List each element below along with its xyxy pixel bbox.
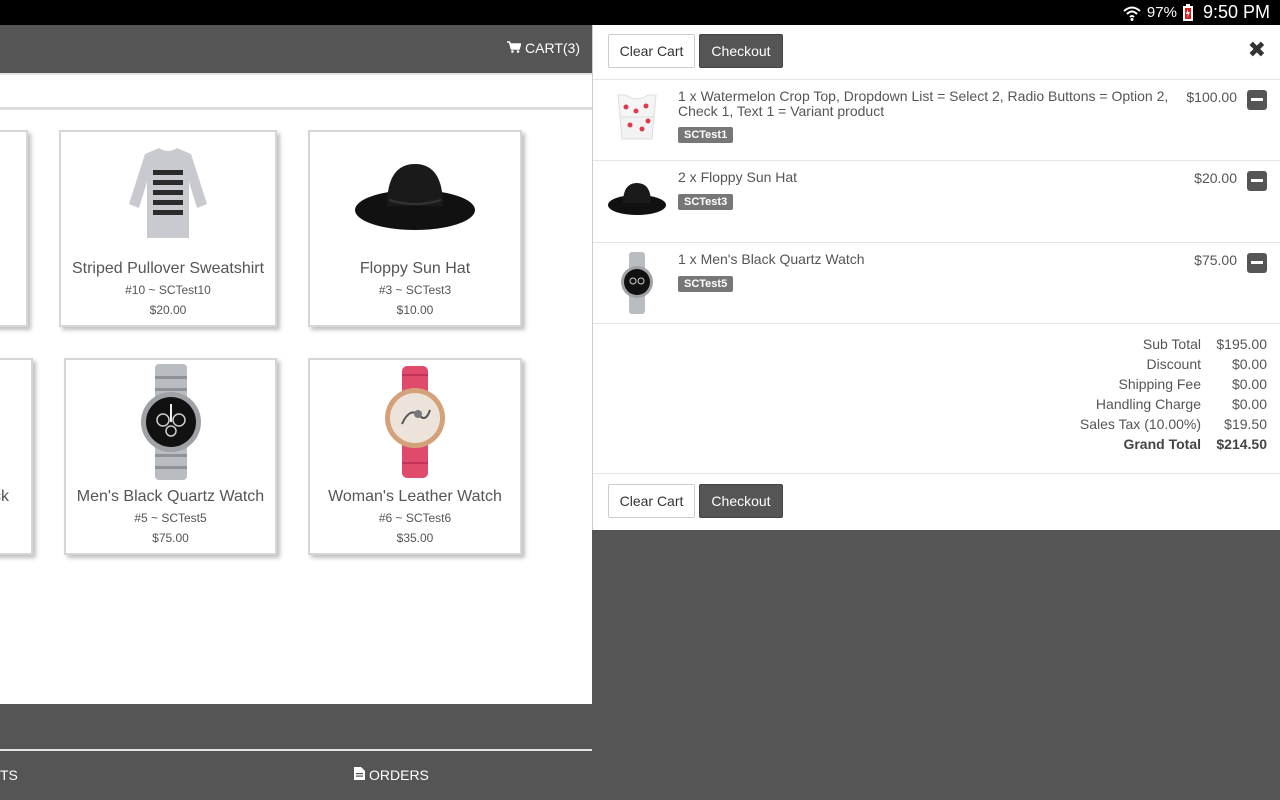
handling-row: Handling Charge $0.00 [1096,396,1267,412]
cart-button[interactable]: CART(3) [507,40,580,56]
product-price: $75.00 [152,531,189,545]
product-card[interactable]: Floppy Sun Hat #3 ~ SCTest3 $10.00 [308,130,522,327]
shipping-label: Shipping Fee [1118,376,1201,392]
bottom-navigation: TS ORDERS [0,749,592,800]
cart-item: 2 x Floppy Sun Hat SCTest3 $20.00 [593,160,1280,242]
cart-item-image [606,86,668,148]
nav-orders-label: ORDERS [369,767,429,783]
checkout-button-bottom[interactable]: Checkout [699,484,783,518]
product-sku: #6 ~ SCTest6 [378,511,452,525]
nav-item-partial[interactable]: TS [0,767,18,783]
product-sku: #5 ~ SCTest5 [134,511,207,525]
cart-item-amount: $20.00 [1194,170,1237,186]
product-image [310,366,520,478]
product-name: Floppy Sun Hat [359,260,471,277]
product-price: $20.00 [149,303,187,317]
product-sku: #3 ~ SCTest3 [378,283,452,297]
product-panel: CART(3) ck Striped Pullover Sweatshirt #… [0,25,592,800]
cart-item-description: 1 x Men's Black Quartz Watch [678,251,865,267]
product-name: Woman's Leather Watch [328,488,502,505]
shipping-value: $0.00 [1231,376,1267,392]
battery-icon [1182,4,1193,21]
document-icon [354,767,365,783]
cart-item: 1 x Men's Black Quartz Watch SCTest5 $75… [593,242,1280,323]
grand-total-label: Grand Total [1123,436,1201,452]
battery-percent: 97% [1146,4,1177,21]
sku-badge: SCTest1 [678,127,734,143]
footer-bar [0,704,592,749]
cart-panel: Clear Cart Checkout ✖ 1 x Watermelon Cro… [592,25,1280,530]
sku-badge: SCTest3 [678,194,734,210]
tax-label: Sales Tax (10.00%) [1079,416,1201,432]
status-bar-right: 97% 9:50 PM [1123,0,1270,25]
discount-row: Discount $0.00 [1147,356,1267,372]
wifi-icon [1123,5,1141,21]
product-price: $10.00 [396,303,434,317]
product-card[interactable]: Woman's Leather Watch #6 ~ SCTest6 $35.0… [308,358,522,555]
cart-item-image [606,167,668,229]
product-card[interactable]: Men's Black Quartz Watch #5 ~ SCTest5 $7… [64,358,277,555]
grand-total-row: Grand Total $214.50 [1123,436,1267,452]
cart-item-description: 2 x Floppy Sun Hat [678,169,798,185]
checkout-button-top[interactable]: Checkout [699,34,783,68]
clear-cart-button-bottom[interactable]: Clear Cart [608,484,695,518]
product-card-partial[interactable]: ck [0,358,33,555]
cart-label: CART(3) [525,40,580,56]
cart-item-amount: $100.00 [1186,89,1237,105]
product-image [310,138,520,250]
shopping-cart-icon [507,40,522,56]
cart-item-description: 1 x Watermelon Crop Top, Dropdown List =… [678,88,1169,119]
subtotal-value: $195.00 [1216,336,1267,352]
product-name: Striped Pullover Sweatshirt [71,260,265,277]
product-image [61,138,275,250]
tax-row: Sales Tax (10.00%) $19.50 [1080,416,1267,432]
remove-item-button[interactable] [1247,90,1267,110]
cart-overlay-backdrop [592,530,1280,800]
cart-item-image [606,252,668,314]
subtotal-row: Sub Total $195.00 [1143,336,1267,352]
cart-item: 1 x Watermelon Crop Top, Dropdown List =… [593,79,1280,160]
sku-badge: SCTest5 [678,276,734,292]
tax-value: $19.50 [1224,416,1267,432]
close-icon[interactable]: ✖ [1248,37,1266,63]
product-card[interactable]: Striped Pullover Sweatshirt #10 ~ SCTest… [59,130,277,327]
product-sku: #10 ~ SCTest10 [125,283,211,297]
grand-total-value: $214.50 [1216,436,1267,452]
discount-label: Discount [1146,356,1201,372]
nav-item-orders[interactable]: ORDERS [354,767,429,783]
clock: 9:50 PM [1202,2,1270,22]
cart-totals: Sub Total $195.00 Discount $0.00 Shippin… [593,323,1280,474]
subtotal-label: Sub Total [1142,336,1201,352]
filter-bar[interactable] [0,77,592,110]
remove-item-button[interactable] [1247,171,1267,191]
product-price: $35.00 [396,531,434,545]
product-name: Men's Black Quartz Watch [76,488,265,505]
clear-cart-button-top[interactable]: Clear Cart [608,34,695,68]
handling-value: $0.00 [1231,396,1267,412]
remove-item-button[interactable] [1247,253,1267,273]
app-header: CART(3) [0,25,592,75]
cart-item-amount: $75.00 [1194,252,1237,268]
product-image [66,364,275,480]
product-name-partial: ck [0,488,9,505]
shipping-row: Shipping Fee $0.00 [1118,376,1267,392]
handling-label: Handling Charge [1095,396,1201,412]
status-bar: 97% 9:50 PM [0,0,1280,25]
discount-value: $0.00 [1231,356,1267,372]
product-card-partial[interactable] [0,130,28,327]
